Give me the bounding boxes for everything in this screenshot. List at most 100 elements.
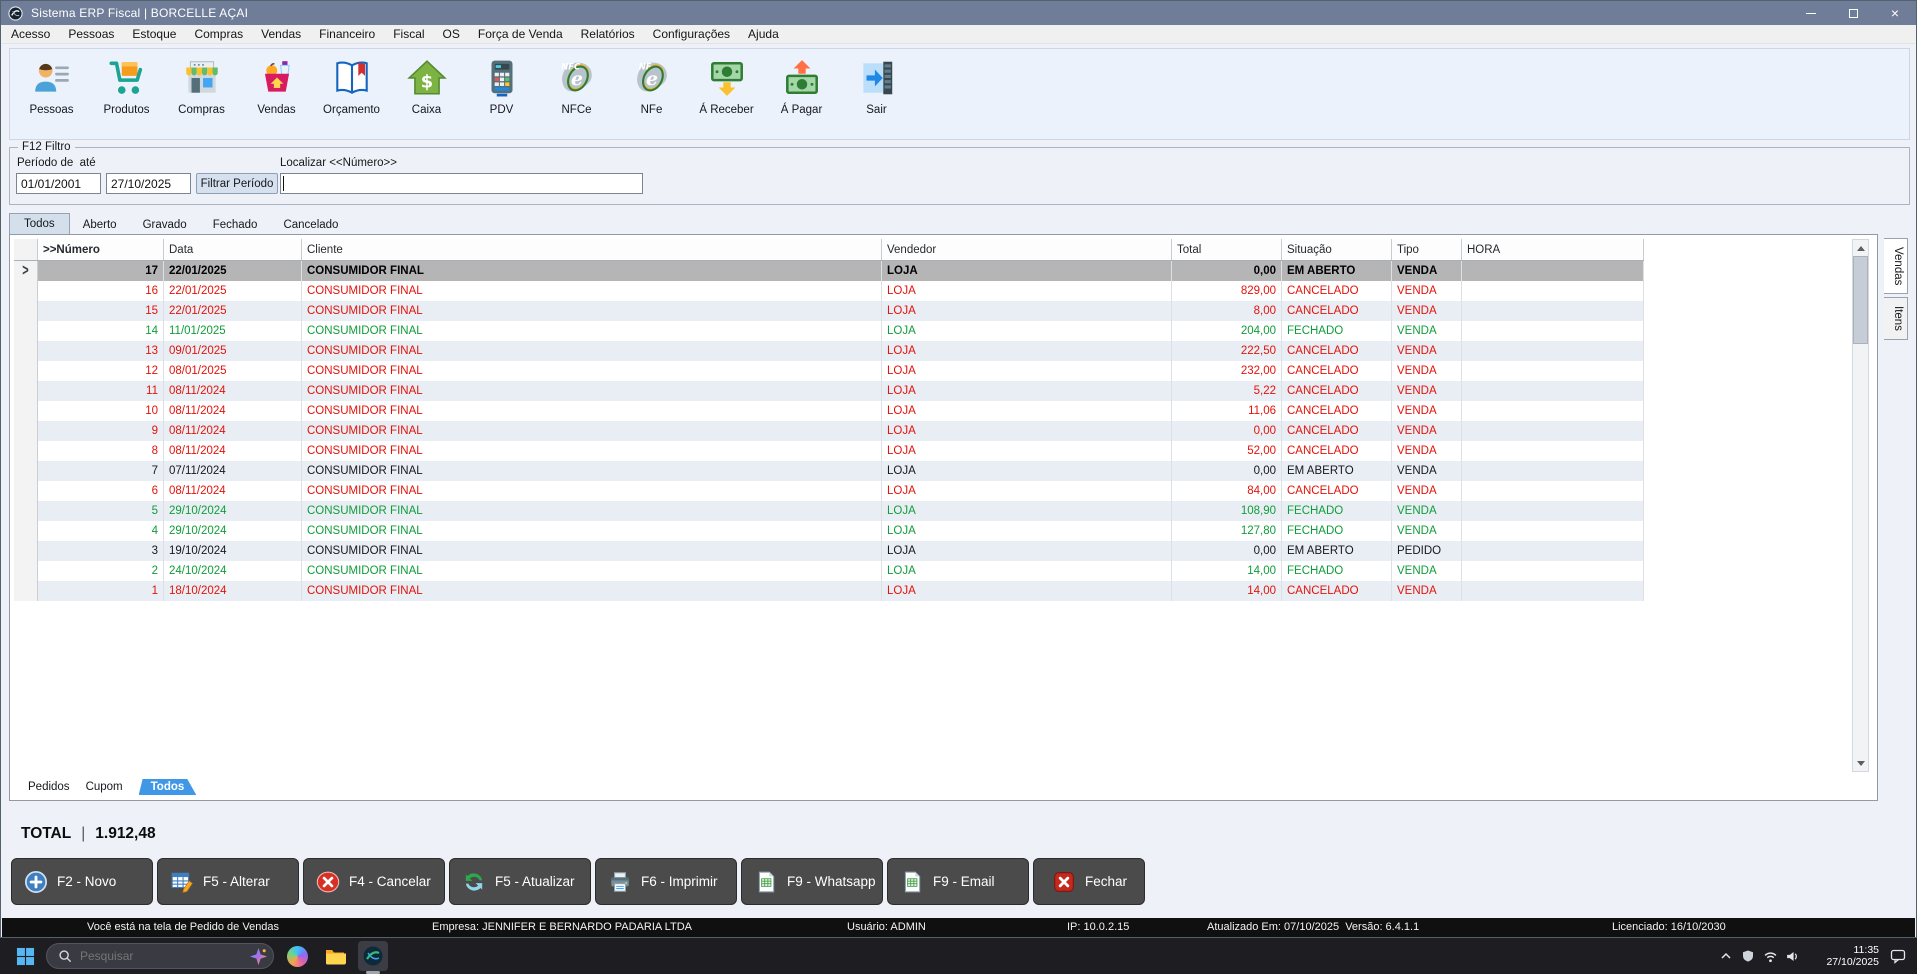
taskbar-erp-app-button[interactable]: [358, 941, 388, 971]
tab-aberto[interactable]: Aberto: [70, 215, 130, 234]
vertical-scrollbar[interactable]: [1852, 239, 1869, 772]
date-from-input[interactable]: [16, 173, 101, 194]
tray-shield-icon[interactable]: [1737, 945, 1759, 967]
column-header-tipo[interactable]: Tipo: [1392, 239, 1462, 260]
menu-item-ajuda[interactable]: Ajuda: [739, 25, 788, 44]
row-selector: [14, 321, 38, 341]
table-row[interactable]: 808/11/2024CONSUMIDOR FINALLOJA52,00CANC…: [14, 441, 1644, 461]
button-fechar[interactable]: Fechar: [1033, 858, 1145, 905]
tray-volume-icon[interactable]: [1781, 945, 1803, 967]
table-row[interactable]: 429/10/2024CONSUMIDOR FINALLOJA127,80FEC…: [14, 521, 1644, 541]
search-number-input[interactable]: [280, 173, 643, 194]
button-f9-email[interactable]: F9 - Email: [887, 858, 1029, 905]
start-button[interactable]: [10, 941, 40, 971]
statusbar-item-0: Você está na tela de Pedido de Vendas: [87, 918, 279, 937]
toolbar-sair[interactable]: Sair: [839, 57, 914, 116]
column-header-total[interactable]: Total: [1172, 239, 1282, 260]
cell-hora: [1462, 421, 1644, 441]
menu-item-configuracoes[interactable]: Configurações: [644, 25, 739, 44]
column-header-situacao[interactable]: Situação: [1282, 239, 1392, 260]
tab-fechado[interactable]: Fechado: [200, 215, 271, 234]
table-row[interactable]: 608/11/2024CONSUMIDOR FINALLOJA84,00CANC…: [14, 481, 1644, 501]
menu-item-forca-de-venda[interactable]: Força de Venda: [469, 25, 572, 44]
table-row[interactable]: 1008/11/2024CONSUMIDOR FINALLOJA11,06CAN…: [14, 401, 1644, 421]
toolbar-nfe[interactable]: eNFNFe: [614, 57, 689, 116]
column-header-cliente[interactable]: Cliente: [302, 239, 882, 260]
toolbar-vendas[interactable]: Vendas: [239, 57, 314, 116]
scroll-down-button[interactable]: [1853, 755, 1868, 771]
table-row[interactable]: 1309/01/2025CONSUMIDOR FINALLOJA222,50CA…: [14, 341, 1644, 361]
table-row[interactable]: 1208/01/2025CONSUMIDOR FINALLOJA232,00CA…: [14, 361, 1644, 381]
taskbar-clock[interactable]: 11:35 27/10/2025: [1813, 944, 1879, 968]
table-row[interactable]: >1722/01/2025CONSUMIDOR FINALLOJA0,00EM …: [14, 261, 1644, 281]
toolbar-pdv[interactable]: PDV: [464, 57, 539, 116]
maximize-button[interactable]: [1832, 1, 1874, 25]
side-tab-vendas[interactable]: Vendas: [1884, 238, 1908, 294]
button-f9-whatsapp[interactable]: F9 - Whatsapp: [741, 858, 883, 905]
table-row[interactable]: 319/10/2024CONSUMIDOR FINALLOJA0,00EM AB…: [14, 541, 1644, 561]
table-row[interactable]: 529/10/2024CONSUMIDOR FINALLOJA108,90FEC…: [14, 501, 1644, 521]
column-header-hora[interactable]: HORA: [1462, 239, 1644, 260]
svg-text:NF: NF: [638, 62, 651, 72]
table-row[interactable]: 1108/11/2024CONSUMIDOR FINALLOJA5,22CANC…: [14, 381, 1644, 401]
toolbar-nfce[interactable]: eNFCNFCe: [539, 57, 614, 116]
button-f6-imprimir[interactable]: F6 - Imprimir: [595, 858, 737, 905]
toolbar-orcamento[interactable]: Orçamento: [314, 57, 389, 116]
taskbar-explorer-button[interactable]: [320, 941, 350, 971]
taskbar-search-box[interactable]: [46, 943, 274, 969]
table-row[interactable]: 1522/01/2025CONSUMIDOR FINALLOJA8,00CANC…: [14, 301, 1644, 321]
cell-total: 0,00: [1172, 541, 1282, 561]
column-header-numero[interactable]: >>Número: [38, 239, 164, 260]
side-tab-itens[interactable]: Itens: [1884, 297, 1908, 340]
tab-gravado[interactable]: Gravado: [130, 215, 200, 234]
menu-item-vendas[interactable]: Vendas: [252, 25, 310, 44]
toolbar-produtos[interactable]: Produtos: [89, 57, 164, 116]
toolbar-compras[interactable]: Compras: [164, 57, 239, 116]
table-row[interactable]: 118/10/2024CONSUMIDOR FINALLOJA14,00CANC…: [14, 581, 1644, 601]
cell-vendedor: LOJA: [882, 401, 1172, 421]
button-f5-alterar[interactable]: F5 - Alterar: [157, 858, 299, 905]
menu-item-financeiro[interactable]: Financeiro: [310, 25, 384, 44]
tray-chevron-up-icon[interactable]: [1715, 945, 1737, 967]
menu-item-pessoas[interactable]: Pessoas: [59, 25, 123, 44]
menu-item-relatorios[interactable]: Relatórios: [572, 25, 644, 44]
toolbar-pessoas[interactable]: Pessoas: [14, 57, 89, 116]
menu-item-estoque[interactable]: Estoque: [123, 25, 185, 44]
filter-period-button[interactable]: Filtrar Período: [196, 173, 278, 194]
tray-network-icon[interactable]: [1759, 945, 1781, 967]
button-f5-atualizar[interactable]: F5 - Atualizar: [449, 858, 591, 905]
table-row[interactable]: 1622/01/2025CONSUMIDOR FINALLOJA829,00CA…: [14, 281, 1644, 301]
cell-total: 204,00: [1172, 321, 1282, 341]
tab-todos[interactable]: Todos: [9, 213, 70, 234]
button-f2-novo[interactable]: F2 - Novo: [11, 858, 153, 905]
scrollbar-thumb[interactable]: [1853, 256, 1868, 344]
column-header-data[interactable]: Data: [164, 239, 302, 260]
search-input[interactable]: [80, 949, 249, 963]
table-row[interactable]: 908/11/2024CONSUMIDOR FINALLOJA0,00CANCE…: [14, 421, 1644, 441]
taskbar-copilot-button[interactable]: [282, 941, 312, 971]
menu-item-os[interactable]: OS: [434, 25, 469, 44]
menu-item-fiscal[interactable]: Fiscal: [384, 25, 433, 44]
tab-cancelado[interactable]: Cancelado: [270, 215, 351, 234]
table-row[interactable]: 707/11/2024CONSUMIDOR FINALLOJA0,00EM AB…: [14, 461, 1644, 481]
cell-data: 08/11/2024: [164, 441, 302, 461]
notification-center-button[interactable]: [1885, 943, 1911, 969]
row-selector: [14, 561, 38, 581]
toolbar-caixa[interactable]: $Caixa: [389, 57, 464, 116]
bottom-tab-todos[interactable]: Todos: [139, 779, 197, 795]
toolbar-a-pagar[interactable]: Á Pagar: [764, 57, 839, 116]
menu-item-acesso[interactable]: Acesso: [2, 25, 59, 44]
toolbar-label-pessoas: Pessoas: [29, 104, 73, 116]
button-f4-cancelar[interactable]: F4 - Cancelar: [303, 858, 445, 905]
table-row[interactable]: 224/10/2024CONSUMIDOR FINALLOJA14,00FECH…: [14, 561, 1644, 581]
bottom-tab-pedidos[interactable]: Pedidos: [28, 781, 70, 793]
toolbar-a-receber[interactable]: Á Receber: [689, 57, 764, 116]
scroll-up-button[interactable]: [1853, 240, 1868, 256]
table-row[interactable]: 1411/01/2025CONSUMIDOR FINALLOJA204,00FE…: [14, 321, 1644, 341]
date-to-input[interactable]: [106, 173, 191, 194]
menu-item-compras[interactable]: Compras: [185, 25, 252, 44]
close-button[interactable]: ×: [1874, 1, 1916, 25]
bottom-tab-cupom[interactable]: Cupom: [86, 781, 123, 793]
minimize-button[interactable]: [1790, 1, 1832, 25]
column-header-vendedor[interactable]: Vendedor: [882, 239, 1172, 260]
